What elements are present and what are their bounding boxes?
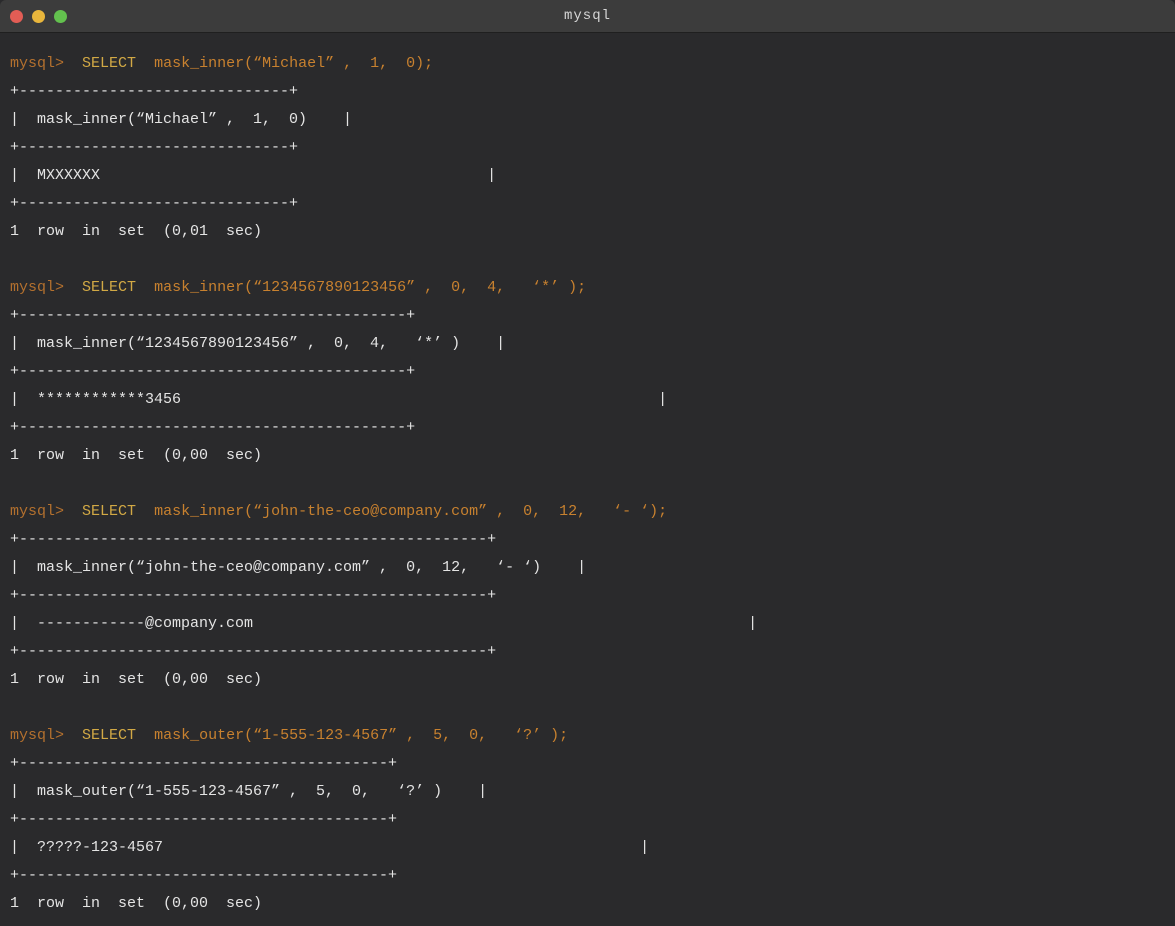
header-text: | mask_inner(“john-the-ceo@company.com” …	[10, 559, 586, 576]
table-border-bottom: +---------------------------------------…	[10, 414, 1165, 442]
query-line: mysql> SELECT mask_inner(“john-the-ceo@c…	[10, 498, 1165, 526]
border-text: +---------------------------------------…	[10, 867, 397, 884]
border-text: +------------------------------+	[10, 195, 298, 212]
border-text: +---------------------------------------…	[10, 531, 496, 548]
sql-query-text: mask_outer(“1-555-123-4567” , 5, 0, ‘?’ …	[154, 727, 568, 744]
mysql-prompt: mysql>	[10, 279, 64, 296]
sql-query-text: mask_inner(“Michael” , 1, 0);	[154, 55, 433, 72]
prompt-gap	[64, 279, 82, 296]
minimize-button-icon[interactable]	[32, 10, 45, 23]
status-line: 1 row in set (0,00 sec)	[10, 890, 1165, 918]
table-header-row: | mask_inner(“Michael” , 1, 0) |	[10, 106, 1165, 134]
table-value-row: | ************3456 |	[10, 386, 1165, 414]
table-border-top: +---------------------------------------…	[10, 302, 1165, 330]
border-text: +---------------------------------------…	[10, 419, 415, 436]
value-text: | ************3456 |	[10, 391, 667, 408]
keyword-gap	[136, 55, 154, 72]
table-value-row: | ?????-123-4567 |	[10, 834, 1165, 862]
sql-keyword: SELECT	[82, 503, 136, 520]
border-text: +---------------------------------------…	[10, 307, 415, 324]
border-text: +------------------------------+	[10, 83, 298, 100]
border-text: +---------------------------------------…	[10, 755, 397, 772]
border-text: +---------------------------------------…	[10, 587, 496, 604]
row-count-status: 1 row in set (0,00 sec)	[10, 447, 262, 464]
border-text: +---------------------------------------…	[10, 363, 415, 380]
keyword-gap	[136, 279, 154, 296]
blank-line	[10, 470, 1165, 498]
window-title: mysql	[564, 8, 611, 24]
border-text: +---------------------------------------…	[10, 811, 397, 828]
query-line: mysql> SELECT mask_inner(“12345678901234…	[10, 274, 1165, 302]
keyword-gap	[136, 503, 154, 520]
terminal-body[interactable]: mysql> SELECT mask_inner(“Michael” , 1, …	[0, 33, 1175, 926]
mysql-prompt: mysql>	[10, 727, 64, 744]
mysql-prompt: mysql>	[10, 503, 64, 520]
header-text: | mask_inner(“1234567890123456” , 0, 4, …	[10, 335, 505, 352]
window-titlebar[interactable]: mysql	[0, 0, 1175, 33]
query-line: mysql> SELECT mask_inner(“Michael” , 1, …	[10, 50, 1165, 78]
maximize-button-icon[interactable]	[54, 10, 67, 23]
table-border-bottom: +------------------------------+	[10, 190, 1165, 218]
table-header-row: | mask_outer(“1-555-123-4567” , 5, 0, ‘?…	[10, 778, 1165, 806]
header-text: | mask_outer(“1-555-123-4567” , 5, 0, ‘?…	[10, 783, 487, 800]
row-count-status: 1 row in set (0,01 sec)	[10, 223, 262, 240]
prompt-gap	[64, 55, 82, 72]
sql-keyword: SELECT	[82, 279, 136, 296]
table-header-row: | mask_inner(“1234567890123456” , 0, 4, …	[10, 330, 1165, 358]
prompt-gap	[64, 503, 82, 520]
table-header-row: | mask_inner(“john-the-ceo@company.com” …	[10, 554, 1165, 582]
mysql-prompt: mysql>	[10, 55, 64, 72]
sql-keyword: SELECT	[82, 55, 136, 72]
table-border-mid: +---------------------------------------…	[10, 358, 1165, 386]
query-line: mysql> SELECT mask_outer(“1-555-123-4567…	[10, 722, 1165, 750]
table-border-top: +---------------------------------------…	[10, 526, 1165, 554]
close-button-icon[interactable]	[10, 10, 23, 23]
table-border-mid: +---------------------------------------…	[10, 806, 1165, 834]
row-count-status: 1 row in set (0,00 sec)	[10, 895, 262, 912]
blank-line	[10, 694, 1165, 722]
status-line: 1 row in set (0,00 sec)	[10, 666, 1165, 694]
table-value-row: | ------------@company.com |	[10, 610, 1165, 638]
table-border-top: +---------------------------------------…	[10, 750, 1165, 778]
table-border-bottom: +---------------------------------------…	[10, 862, 1165, 890]
table-border-mid: +------------------------------+	[10, 134, 1165, 162]
terminal-window: mysql mysql> SELECT mask_inner(“Michael”…	[0, 0, 1175, 926]
blank-line	[10, 246, 1165, 274]
table-border-top: +------------------------------+	[10, 78, 1165, 106]
table-border-mid: +---------------------------------------…	[10, 582, 1165, 610]
table-value-row: | MXXXXXX |	[10, 162, 1165, 190]
prompt-gap	[64, 727, 82, 744]
keyword-gap	[136, 727, 154, 744]
header-text: | mask_inner(“Michael” , 1, 0) |	[10, 111, 352, 128]
sql-query-text: mask_inner(“john-the-ceo@company.com” , …	[154, 503, 667, 520]
value-text: | ?????-123-4567 |	[10, 839, 649, 856]
value-text: | MXXXXXX |	[10, 167, 496, 184]
border-text: +------------------------------+	[10, 139, 298, 156]
status-line: 1 row in set (0,01 sec)	[10, 218, 1165, 246]
table-border-bottom: +---------------------------------------…	[10, 638, 1165, 666]
border-text: +---------------------------------------…	[10, 643, 496, 660]
traffic-lights	[10, 0, 67, 32]
value-text: | ------------@company.com |	[10, 615, 757, 632]
row-count-status: 1 row in set (0,00 sec)	[10, 671, 262, 688]
sql-query-text: mask_inner(“1234567890123456” , 0, 4, ‘*…	[154, 279, 586, 296]
sql-keyword: SELECT	[82, 727, 136, 744]
status-line: 1 row in set (0,00 sec)	[10, 442, 1165, 470]
